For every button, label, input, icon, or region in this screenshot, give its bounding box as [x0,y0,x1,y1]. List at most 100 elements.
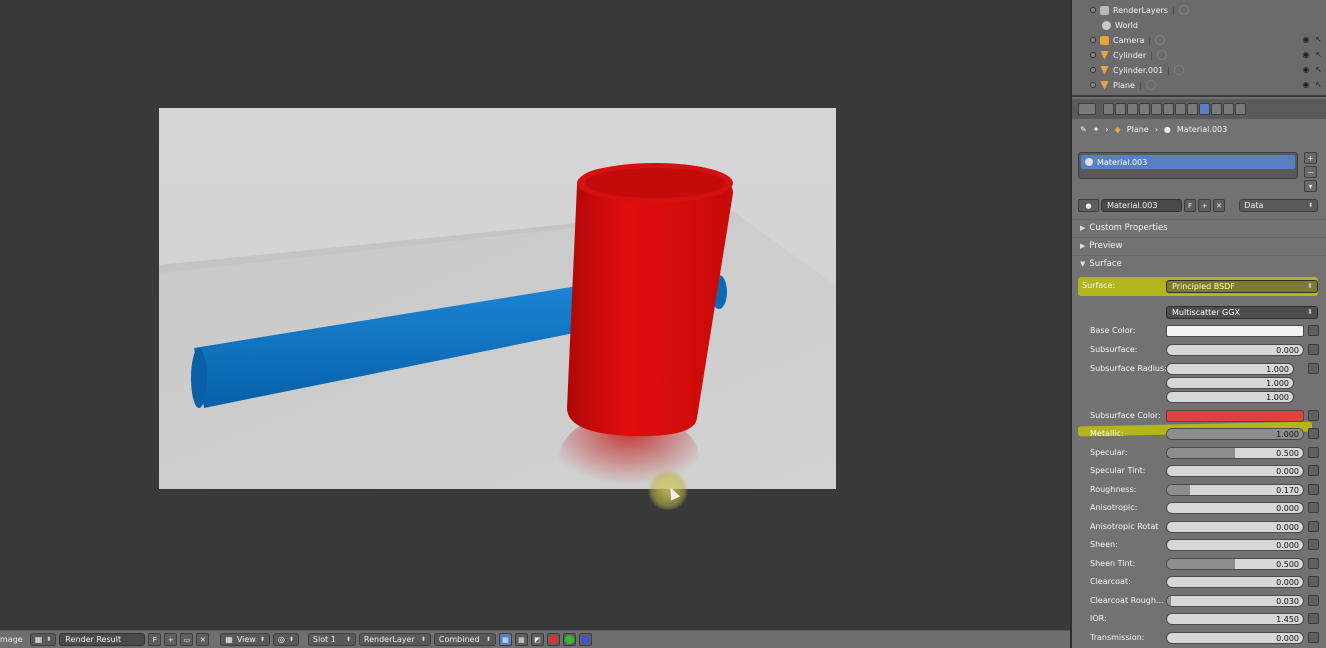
cursor-select-icon[interactable]: ↖ [1315,80,1322,89]
expand-toggle-icon[interactable] [1090,7,1096,13]
open-image-icon[interactable]: ▭ [180,633,194,646]
subsurface-color-swatch[interactable] [1166,410,1304,422]
param-slider[interactable]: 0.000 [1166,502,1304,514]
browse-material-icon[interactable]: ● [1078,199,1100,212]
editor-type-button[interactable]: ▦ ⬍ [29,633,57,646]
outliner-item-cylinder-001[interactable]: Cylinder.001 | [1090,63,1184,77]
physics-tab-icon[interactable] [1235,103,1246,115]
eye-icon[interactable]: ◉ [1302,35,1309,44]
material-name-field[interactable]: Material.003 [1101,199,1182,212]
slot-specials-button[interactable]: ▾ [1304,180,1317,192]
texture-tab-icon[interactable] [1211,103,1222,115]
param-slider[interactable]: 1.450 [1166,613,1304,625]
expand-toggle-icon[interactable] [1090,67,1096,73]
add-slot-button[interactable]: + [1304,152,1317,164]
panel-custom-properties[interactable]: ▶ Custom Properties [1072,219,1326,236]
subsurface-radius-link-button[interactable] [1308,363,1319,374]
render-layer-dropdown[interactable]: RenderLayer ⬍ [358,633,431,646]
outliner-item-cylinder[interactable]: Cylinder | [1090,48,1167,62]
particles-tab-icon[interactable] [1223,103,1234,115]
subsurface-radius-y[interactable]: 1.000 [1166,377,1294,389]
unlink-image-icon[interactable]: ✕ [196,633,210,646]
param-link-button[interactable] [1308,594,1319,606]
render-tab-icon[interactable] [1103,103,1114,115]
outliner-item-plane[interactable]: Plane | [1090,78,1156,92]
param-slider[interactable]: 0.500 [1166,446,1304,459]
surface-shader-dropdown[interactable]: Principled BSDF ⬍ [1166,280,1318,293]
eye-icon[interactable]: ◉ [1302,80,1309,89]
material-slot-item[interactable]: Material.003 [1081,155,1295,169]
object-tab-icon[interactable] [1151,103,1162,115]
param-slider[interactable]: 0.500 [1166,557,1304,570]
alpha-checker-icon[interactable]: ▦ [514,633,528,646]
slot-dropdown[interactable]: Slot 1 ⬍ [307,633,356,646]
subsurface-radius-x[interactable]: 1.000 [1166,363,1294,375]
expand-toggle-icon[interactable] [1090,37,1096,43]
param-link-button[interactable] [1308,502,1319,513]
constraints-tab-icon[interactable] [1163,103,1174,115]
cursor-select-icon[interactable]: ↖ [1315,65,1322,74]
display-channels-icon[interactable]: ▦ [498,633,512,646]
pivot-button[interactable]: ◎ ⬍ [272,633,299,646]
subsurface-radius-z[interactable]: 1.000 [1166,391,1294,403]
param-slider[interactable]: 0.000 [1166,465,1304,477]
image-editor-viewport[interactable] [0,0,1070,630]
material-tab-icon[interactable] [1199,103,1210,115]
param-link-button[interactable] [1308,539,1319,550]
panel-preview[interactable]: ▶ Preview [1072,237,1326,254]
param-slider[interactable]: 0.030 [1166,594,1304,607]
base-color-link-button[interactable] [1308,325,1319,336]
expand-toggle-icon[interactable] [1090,52,1096,58]
param-slider[interactable]: 0.000 [1166,631,1304,644]
param-slider[interactable]: 0.000 [1166,576,1304,588]
unlink-material-icon[interactable]: ✕ [1212,199,1226,212]
scene-tab-icon[interactable] [1127,103,1138,115]
pin-icon[interactable]: ✎ [1080,125,1087,134]
data-tab-icon[interactable] [1187,103,1198,115]
param-link-button[interactable] [1308,428,1319,439]
cursor-select-icon[interactable]: ↖ [1315,50,1322,59]
eye-icon[interactable]: ◉ [1302,65,1309,74]
base-color-swatch[interactable] [1166,325,1304,337]
expand-toggle-icon[interactable] [1090,82,1096,88]
outliner-item-world[interactable]: World [1102,18,1138,32]
param-link-button[interactable] [1308,557,1319,569]
image-name-field[interactable]: Render Result [59,633,146,646]
fake-user-button[interactable]: F [1183,199,1197,212]
red-channel-icon[interactable] [546,633,560,646]
material-slot-list[interactable]: Material.003 [1078,152,1298,179]
remove-slot-button[interactable]: − [1304,166,1317,178]
param-link-button[interactable] [1308,631,1319,643]
editor-type-icon[interactable] [1078,103,1096,115]
modifiers-tab-icon[interactable] [1175,103,1186,115]
param-slider[interactable]: 1.000 [1166,428,1304,440]
view-menu[interactable]: ▦ View ⬍ [220,633,270,646]
eye-icon[interactable]: ◉ [1302,50,1309,59]
fake-user-button[interactable]: F [148,633,162,646]
param-link-button[interactable] [1308,446,1319,458]
new-material-icon[interactable]: + [1198,199,1211,212]
param-slider[interactable]: 0.000 [1166,539,1304,551]
outliner-item-camera[interactable]: Camera | [1090,33,1166,47]
outliner-item-renderlayers[interactable]: RenderLayers | [1090,3,1189,17]
subsurface-color-link-button[interactable] [1308,410,1319,421]
param-link-button[interactable] [1308,465,1319,476]
param-slider[interactable]: 0.000 [1166,520,1304,533]
outliner[interactable]: RenderLayers | World Camera | ◉ ↖ Cylinde… [1072,0,1326,97]
z-buffer-icon[interactable]: ◩ [530,633,544,646]
subsurface-link-button[interactable] [1308,344,1319,355]
world-tab-icon[interactable] [1139,103,1150,115]
param-link-button[interactable] [1308,613,1319,624]
new-image-icon[interactable]: + [164,633,178,646]
panel-surface[interactable]: ▼ Surface [1072,255,1326,272]
blue-channel-icon[interactable] [578,633,592,646]
cursor-select-icon[interactable]: ↖ [1315,35,1322,44]
param-link-button[interactable] [1308,483,1319,495]
link-dropdown[interactable]: Data ⬍ [1239,199,1318,212]
distribution-dropdown[interactable]: Multiscatter GGX ⬍ [1166,306,1318,319]
param-link-button[interactable] [1308,576,1319,587]
render-layers-tab-icon[interactable] [1115,103,1126,115]
green-channel-icon[interactable] [562,633,576,646]
render-pass-dropdown[interactable]: Combined ⬍ [433,633,496,646]
subsurface-slider[interactable]: 0.000 [1166,344,1304,356]
